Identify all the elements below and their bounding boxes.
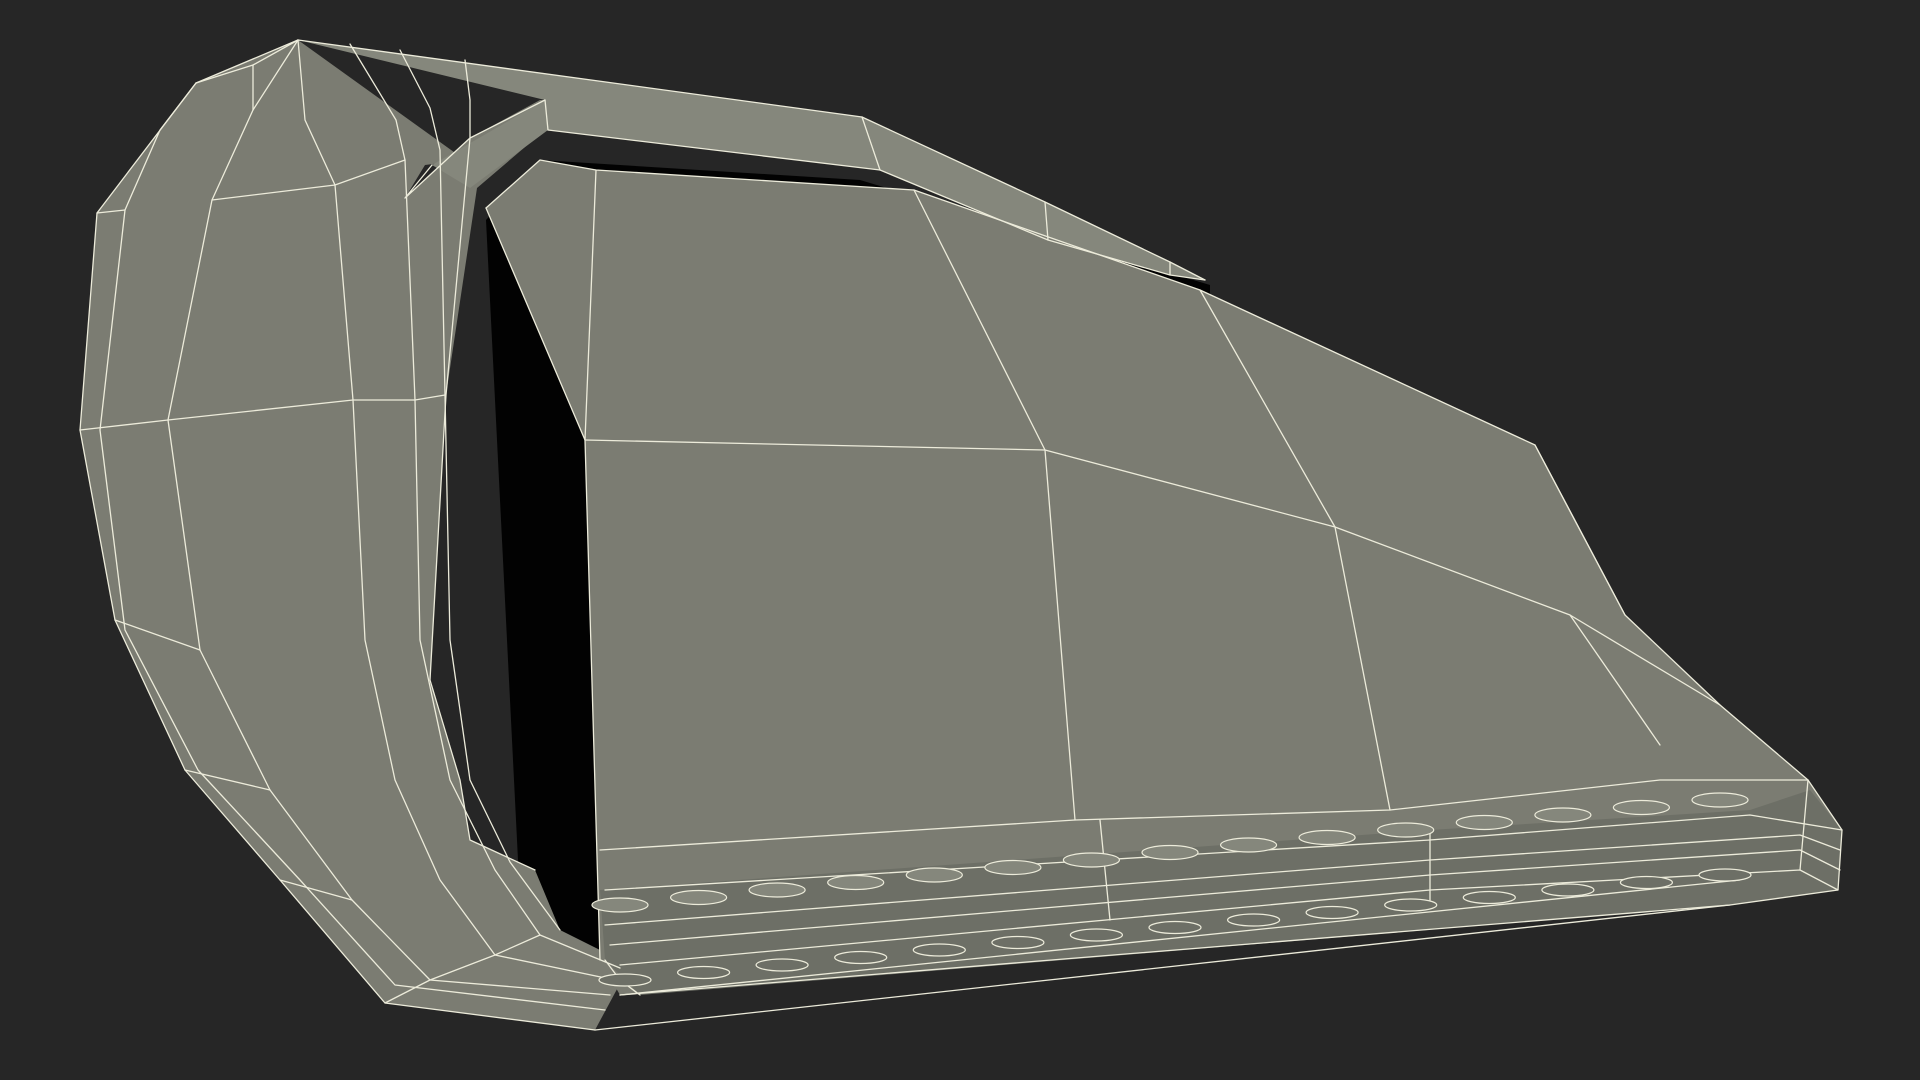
rivet	[827, 874, 885, 891]
rivet-lower	[1069, 928, 1124, 942]
rivet-lower	[1148, 920, 1202, 935]
rivet	[984, 859, 1042, 876]
rivet-lower	[755, 958, 809, 972]
rivet-lower	[1305, 905, 1359, 920]
rivet-lower	[1619, 875, 1674, 890]
wireframe-model	[0, 0, 1920, 1080]
rivet-lower	[1226, 913, 1281, 927]
rivet	[1534, 807, 1592, 823]
rivet	[905, 867, 963, 883]
rivet-lower	[834, 950, 888, 965]
rivet	[1219, 837, 1278, 853]
rivet	[1455, 814, 1513, 831]
rivet	[748, 882, 806, 898]
render-viewport	[0, 0, 1920, 1080]
rivet-lower	[1541, 883, 1595, 897]
rivet	[591, 897, 649, 913]
rivet	[669, 889, 728, 906]
rivet-lower	[1384, 898, 1438, 912]
rivet	[1141, 844, 1199, 861]
rivet	[1298, 829, 1356, 846]
rivet-lower	[598, 973, 652, 987]
rivet	[1062, 852, 1121, 868]
rivet-lower	[676, 965, 731, 980]
rivet	[1377, 822, 1435, 838]
rivet-lower	[1462, 890, 1516, 905]
rivet-lower	[991, 935, 1045, 950]
rivet-lower	[912, 943, 966, 957]
rivet-lower	[1698, 868, 1752, 882]
rivet	[1612, 799, 1671, 816]
rivet	[1691, 792, 1749, 808]
